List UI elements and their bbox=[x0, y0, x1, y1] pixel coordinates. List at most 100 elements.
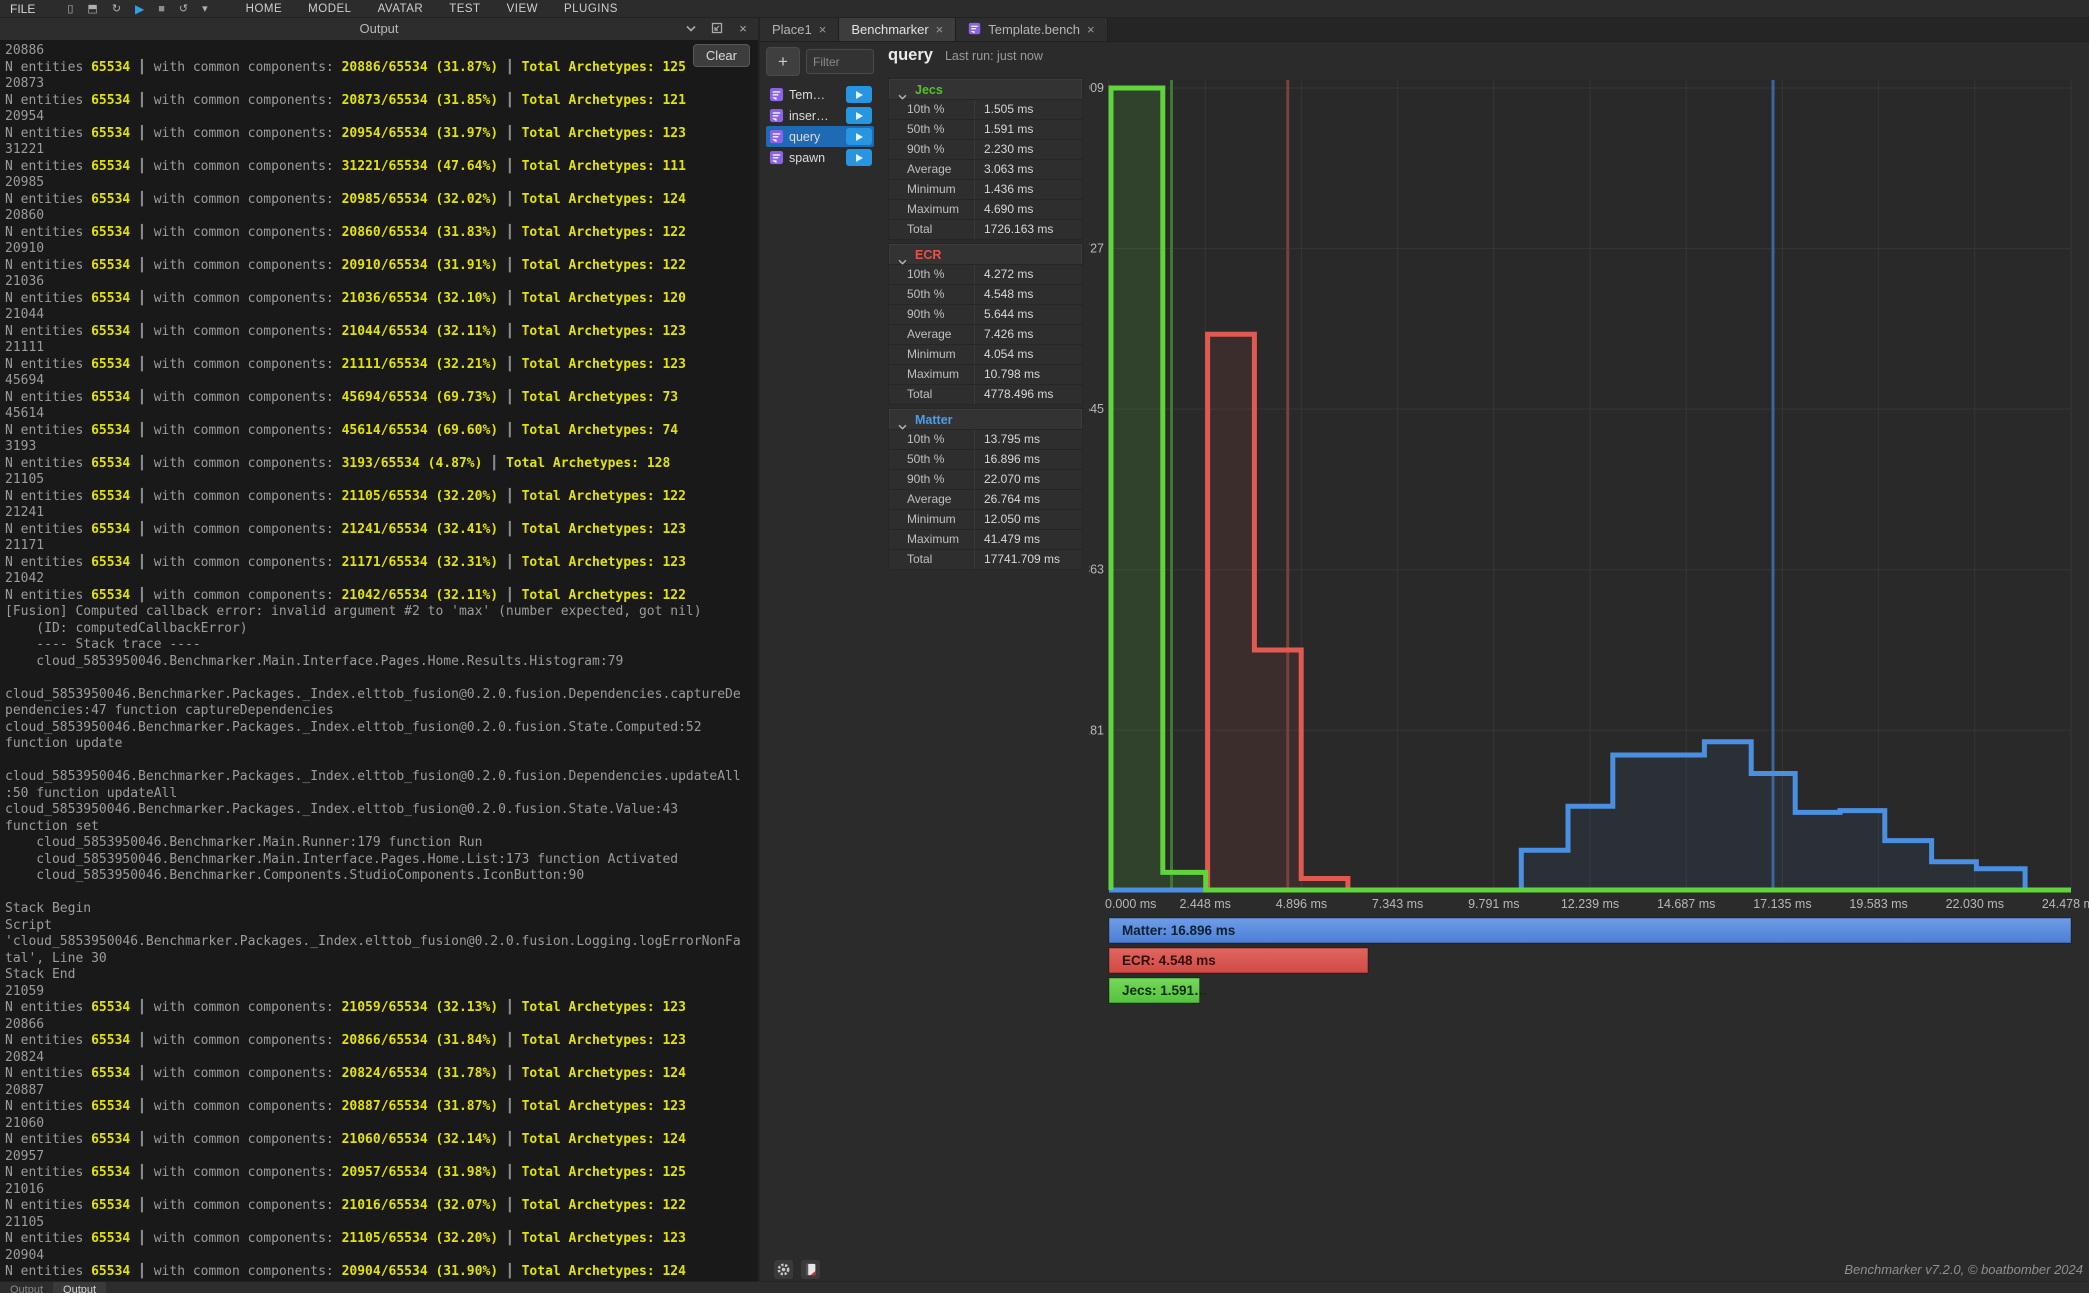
stat-value: 41.479 ms bbox=[975, 530, 1082, 549]
run-benchmark-button[interactable] bbox=[846, 128, 872, 145]
console-line: 21044 bbox=[5, 307, 758, 324]
console-line: N entities 65534 ┃ with common component… bbox=[5, 1066, 758, 1083]
benchmarker-panel: Place1×Benchmarker×Template.bench× + Tem… bbox=[760, 18, 2089, 1281]
ribbon-tab-test[interactable]: TEST bbox=[449, 3, 480, 15]
console-line: N entities 65534 ┃ with common component… bbox=[5, 324, 758, 341]
play-icon bbox=[856, 133, 863, 141]
ribbon-tab-home[interactable]: HOME bbox=[246, 3, 283, 15]
console-line: :50 function updateAll bbox=[5, 786, 758, 803]
stat-label: 10th % bbox=[889, 100, 975, 119]
file-menu[interactable]: FILE bbox=[10, 2, 35, 16]
tab-template-bench[interactable]: Template.bench× bbox=[956, 18, 1107, 41]
benchmark-list: + Tem… inser… queryspawn bbox=[760, 42, 878, 1281]
stat-label: 50th % bbox=[889, 285, 975, 304]
statusbar-output-tab[interactable]: Output bbox=[0, 1282, 53, 1293]
redo-icon[interactable]: ↻ bbox=[112, 0, 121, 18]
section-header-jecs[interactable]: Jecs bbox=[889, 79, 1082, 99]
run-benchmark-button[interactable] bbox=[846, 149, 872, 166]
console-line: N entities 65534 ┃ with common component… bbox=[5, 1132, 758, 1149]
tab-close-icon[interactable]: × bbox=[936, 22, 944, 37]
console-line: N entities 65534 ┃ with common component… bbox=[5, 588, 758, 605]
tab-place1[interactable]: Place1× bbox=[760, 18, 839, 41]
stat-row: Minimum12.050 ms bbox=[889, 509, 1082, 529]
docs-book-icon[interactable] bbox=[801, 1260, 820, 1279]
stat-value: 5.644 ms bbox=[975, 305, 1082, 324]
dropdown-icon[interactable]: ▾ bbox=[202, 0, 208, 18]
console-line: 'cloud_5853950046.Benchmarker.Packages._… bbox=[5, 934, 758, 951]
stat-value: 26.764 ms bbox=[975, 490, 1082, 509]
filter-input[interactable] bbox=[806, 49, 874, 74]
x-axis-label: 12.239 ms bbox=[1561, 897, 1619, 911]
selected-benchmark-title: query bbox=[888, 46, 933, 65]
bench-item-inser[interactable]: inser… bbox=[766, 105, 874, 126]
console-line: 20910 bbox=[5, 241, 758, 258]
benchmark-name: inser… bbox=[789, 109, 841, 123]
clear-button[interactable]: Clear bbox=[693, 44, 750, 67]
benchmark-script-icon bbox=[769, 129, 784, 144]
chevron-down-icon bbox=[898, 252, 907, 258]
stop-icon[interactable]: ■ bbox=[158, 0, 165, 18]
console-line: 20904 bbox=[5, 1248, 758, 1265]
stat-value: 1726.163 ms bbox=[975, 220, 1082, 239]
section-header-ecr[interactable]: ECR bbox=[889, 244, 1082, 264]
x-axis-label: 19.583 ms bbox=[1849, 897, 1907, 911]
console-line: N entities 65534 ┃ with common component… bbox=[5, 522, 758, 539]
console-line: 21241 bbox=[5, 505, 758, 522]
undo-icon[interactable]: ↺ bbox=[179, 0, 188, 18]
console-line: 3193 bbox=[5, 439, 758, 456]
x-axis-label: 2.448 ms bbox=[1179, 897, 1230, 911]
y-axis-label: 909 bbox=[1089, 81, 1104, 95]
paste-icon[interactable]: ▯ bbox=[67, 0, 73, 18]
ribbon-tabs: HOME MODEL AVATAR TEST VIEW PLUGINS bbox=[246, 3, 618, 15]
x-axis-label: 24.478 ms bbox=[2042, 897, 2089, 911]
tab-benchmarker[interactable]: Benchmarker × bbox=[839, 18, 956, 41]
bench-item-query[interactable]: query bbox=[766, 126, 874, 147]
console-line: 21059 bbox=[5, 984, 758, 1001]
run-benchmark-button[interactable] bbox=[846, 86, 872, 103]
stat-label: 50th % bbox=[889, 450, 975, 469]
stat-row: 90th %22.070 ms bbox=[889, 469, 1082, 489]
console-line: N entities 65534 ┃ with common component… bbox=[5, 390, 758, 407]
ribbon-tab-plugins[interactable]: PLUGINS bbox=[564, 3, 618, 15]
console-line: Stack Begin bbox=[5, 901, 758, 918]
stat-row: Total1726.163 ms bbox=[889, 219, 1082, 239]
stat-label: 10th % bbox=[889, 430, 975, 449]
close-icon[interactable]: × bbox=[736, 21, 750, 35]
ribbon-tab-model[interactable]: MODEL bbox=[308, 3, 351, 15]
statusbar-output-tab[interactable]: Output bbox=[53, 1282, 106, 1293]
stat-row: Average3.063 ms bbox=[889, 159, 1082, 179]
bench-item-spawn[interactable]: spawn bbox=[766, 147, 874, 168]
run-benchmark-button[interactable] bbox=[846, 107, 872, 124]
ribbon-tab-view[interactable]: VIEW bbox=[507, 3, 538, 15]
stat-label: Average bbox=[889, 325, 975, 344]
console-line: Stack End bbox=[5, 967, 758, 984]
tab-label: Benchmarker bbox=[851, 22, 928, 37]
stat-label: Maximum bbox=[889, 530, 975, 549]
dock-icon[interactable] bbox=[710, 21, 724, 35]
stat-value: 1.436 ms bbox=[975, 180, 1082, 199]
script-file-icon bbox=[968, 22, 981, 38]
output-console[interactable]: 20886N entities 65534 ┃ with common comp… bbox=[0, 40, 758, 1281]
settings-gear-icon[interactable] bbox=[774, 1260, 793, 1279]
console-line: N entities 65534 ┃ with common component… bbox=[5, 1198, 758, 1215]
console-line: cloud_5853950046.Benchmarker.Main.Interf… bbox=[5, 852, 758, 869]
export-icon[interactable]: ⬒ bbox=[87, 0, 97, 18]
stat-row: Maximum41.479 ms bbox=[889, 529, 1082, 549]
add-benchmark-button[interactable]: + bbox=[766, 47, 800, 76]
chevron-down-icon[interactable] bbox=[684, 21, 698, 35]
bench-item-tem[interactable]: Tem… bbox=[766, 84, 874, 105]
play-icon[interactable]: ▶ bbox=[135, 0, 144, 18]
console-line: N entities 65534 ┃ with common component… bbox=[5, 60, 758, 77]
console-line: 21036 bbox=[5, 274, 758, 291]
x-axis-label: 14.687 ms bbox=[1657, 897, 1715, 911]
stat-row: Average7.426 ms bbox=[889, 324, 1082, 344]
console-line: N entities 65534 ┃ with common component… bbox=[5, 357, 758, 374]
tab-close-icon[interactable]: × bbox=[1087, 22, 1095, 37]
ribbon-tab-avatar[interactable]: AVATAR bbox=[378, 3, 424, 15]
tab-close-icon[interactable]: × bbox=[819, 22, 827, 37]
section-header-matter[interactable]: Matter bbox=[889, 409, 1082, 429]
console-line: N entities 65534 ┃ with common component… bbox=[5, 489, 758, 506]
console-line: cloud_5853950046.Benchmarker.Main.Runner… bbox=[5, 835, 758, 852]
console-line: 20954 bbox=[5, 109, 758, 126]
stat-value: 22.070 ms bbox=[975, 470, 1082, 489]
